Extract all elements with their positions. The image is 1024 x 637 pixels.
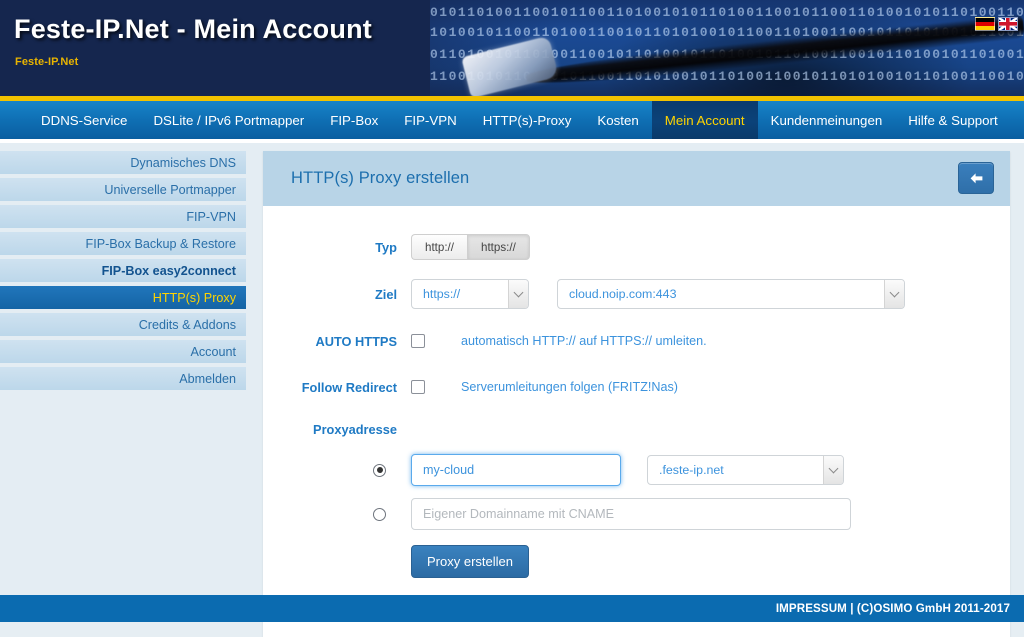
rj45-plug-image bbox=[461, 35, 559, 96]
subdomain-tld-value: .feste-ip.net bbox=[647, 455, 844, 485]
site-footer: IMPRESSUM | (C)OSIMO GmbH 2011-2017 bbox=[0, 595, 1024, 622]
nav-item-kundenmeinungen[interactable]: Kundenmeinungen bbox=[758, 101, 896, 139]
main-navigation: DDNS-Service DSLite / IPv6 Portmapper FI… bbox=[0, 101, 1024, 139]
subdomain-radio-cell bbox=[263, 463, 411, 477]
sidebar-item-fip-box-backup-restore[interactable]: FIP-Box Backup & Restore bbox=[0, 232, 246, 255]
cname-input[interactable] bbox=[411, 498, 851, 530]
subdomain-tld-select[interactable]: .feste-ip.net bbox=[647, 455, 844, 485]
nav-item-dslite-portmapper[interactable]: DSLite / IPv6 Portmapper bbox=[140, 101, 317, 139]
arrow-left-icon bbox=[970, 172, 982, 183]
footer-impressum-text[interactable]: IMPRESSUM | (C)OSIMO GmbH 2011-2017 bbox=[776, 602, 1010, 615]
form-row-auto-https: AUTO HTTPS automatisch HTTP:// auf HTTPS… bbox=[263, 318, 1010, 364]
form-row-proxyadresse-label: Proxyadresse bbox=[263, 410, 1010, 448]
chevron-down-icon bbox=[823, 456, 843, 484]
form-row-typ: Typ http:// https:// bbox=[263, 224, 1010, 270]
back-button[interactable] bbox=[958, 162, 994, 194]
follow-redirect-description: Serverumleitungen folgen (FRITZ!Nas) bbox=[461, 380, 678, 394]
form-row-ziel: Ziel https:// cloud.noip.com:443 bbox=[263, 270, 1010, 318]
form-row-cname bbox=[263, 492, 1010, 536]
content-card: HTTP(s) Proxy erstellen Typ http:// http… bbox=[263, 151, 1010, 637]
ziel-label: Ziel bbox=[374, 286, 397, 302]
site-banner: 0101101001100101100110100101011010011001… bbox=[0, 0, 1024, 96]
sidebar-item-fip-vpn[interactable]: FIP-VPN bbox=[0, 205, 246, 228]
follow-redirect-checkbox[interactable] bbox=[411, 380, 425, 394]
form-row-subdomain: .feste-ip.net bbox=[263, 448, 1010, 492]
sidebar-item-credits-addons[interactable]: Credits & Addons bbox=[0, 313, 246, 336]
german-flag-icon[interactable] bbox=[975, 17, 995, 31]
cname-radio-cell bbox=[263, 507, 411, 521]
nav-item-fip-vpn[interactable]: FIP-VPN bbox=[391, 101, 469, 139]
nav-item-kosten[interactable]: Kosten bbox=[584, 101, 651, 139]
chevron-down-icon bbox=[884, 280, 904, 308]
ziel-protocol-select[interactable]: https:// bbox=[411, 279, 529, 309]
card-title: HTTP(s) Proxy erstellen bbox=[291, 169, 470, 187]
banner-photo: 0101101001100101100110100101011010011001… bbox=[430, 0, 1024, 96]
sidebar-item-account[interactable]: Account bbox=[0, 340, 246, 363]
typ-option-https[interactable]: https:// bbox=[467, 234, 530, 260]
chevron-down-icon bbox=[508, 280, 528, 308]
proxyadresse-radio-cname[interactable] bbox=[373, 507, 386, 521]
nav-item-hilfe-support[interactable]: Hilfe & Support bbox=[895, 101, 1010, 139]
sidebar-item-universelle-portmapper[interactable]: Universelle Portmapper bbox=[0, 178, 246, 201]
sidebar-item-https-proxy[interactable]: HTTP(s) Proxy bbox=[0, 286, 246, 309]
uk-flag-icon[interactable] bbox=[998, 17, 1018, 31]
sidebar-menu: Dynamisches DNS Universelle Portmapper F… bbox=[0, 151, 246, 394]
site-name-subtitle: Feste-IP.Net bbox=[15, 56, 79, 68]
sidebar-item-dynamisches-dns[interactable]: Dynamisches DNS bbox=[0, 151, 246, 174]
nav-item-mein-account[interactable]: Mein Account bbox=[651, 101, 758, 139]
ziel-host-value: cloud.noip.com:443 bbox=[557, 279, 905, 309]
nav-item-ddns-service[interactable]: DDNS-Service bbox=[28, 101, 140, 139]
follow-redirect-label: Follow Redirect bbox=[301, 379, 397, 395]
typ-label: Typ bbox=[375, 239, 397, 255]
binary-row: 0101101001100101100110100101011010011001… bbox=[430, 6, 1024, 19]
auto-https-checkbox[interactable] bbox=[411, 334, 425, 348]
form-row-follow-redirect: Follow Redirect Serverumleitungen folgen… bbox=[263, 364, 1010, 410]
sidebar-item-fip-box-easy2connect[interactable]: FIP-Box easy2connect bbox=[0, 259, 246, 282]
nav-item-https-proxy[interactable]: HTTP(s)-Proxy bbox=[470, 101, 585, 139]
proxyadresse-radio-subdomain[interactable] bbox=[373, 463, 386, 477]
auto-https-label: AUTO HTTPS bbox=[315, 333, 397, 349]
sidebar-item-abmelden[interactable]: Abmelden bbox=[0, 367, 246, 390]
proxyadresse-label: Proxyadresse bbox=[313, 421, 397, 437]
page-title: Feste-IP.Net - Mein Account bbox=[14, 14, 372, 44]
proxy-create-form: Typ http:// https:// Ziel https:// cloud… bbox=[263, 206, 1010, 586]
typ-toggle-group: http:// https:// bbox=[411, 234, 530, 260]
create-proxy-button[interactable]: Proxy erstellen bbox=[411, 544, 529, 578]
language-switcher bbox=[975, 17, 1018, 31]
page-root: 0101101001100101100110100101011010011001… bbox=[0, 0, 1024, 637]
subdomain-host-input[interactable] bbox=[411, 454, 621, 486]
auto-https-description: automatisch HTTP:// auf HTTPS:// umleite… bbox=[461, 334, 707, 348]
card-header: HTTP(s) Proxy erstellen bbox=[263, 151, 1010, 206]
ziel-host-select[interactable]: cloud.noip.com:443 bbox=[557, 279, 905, 309]
nav-item-fip-box[interactable]: FIP-Box bbox=[317, 101, 391, 139]
typ-option-http[interactable]: http:// bbox=[411, 234, 468, 260]
body-area: Dynamisches DNS Universelle Portmapper F… bbox=[0, 143, 1024, 637]
form-row-submit: Proxy erstellen bbox=[263, 536, 1010, 586]
